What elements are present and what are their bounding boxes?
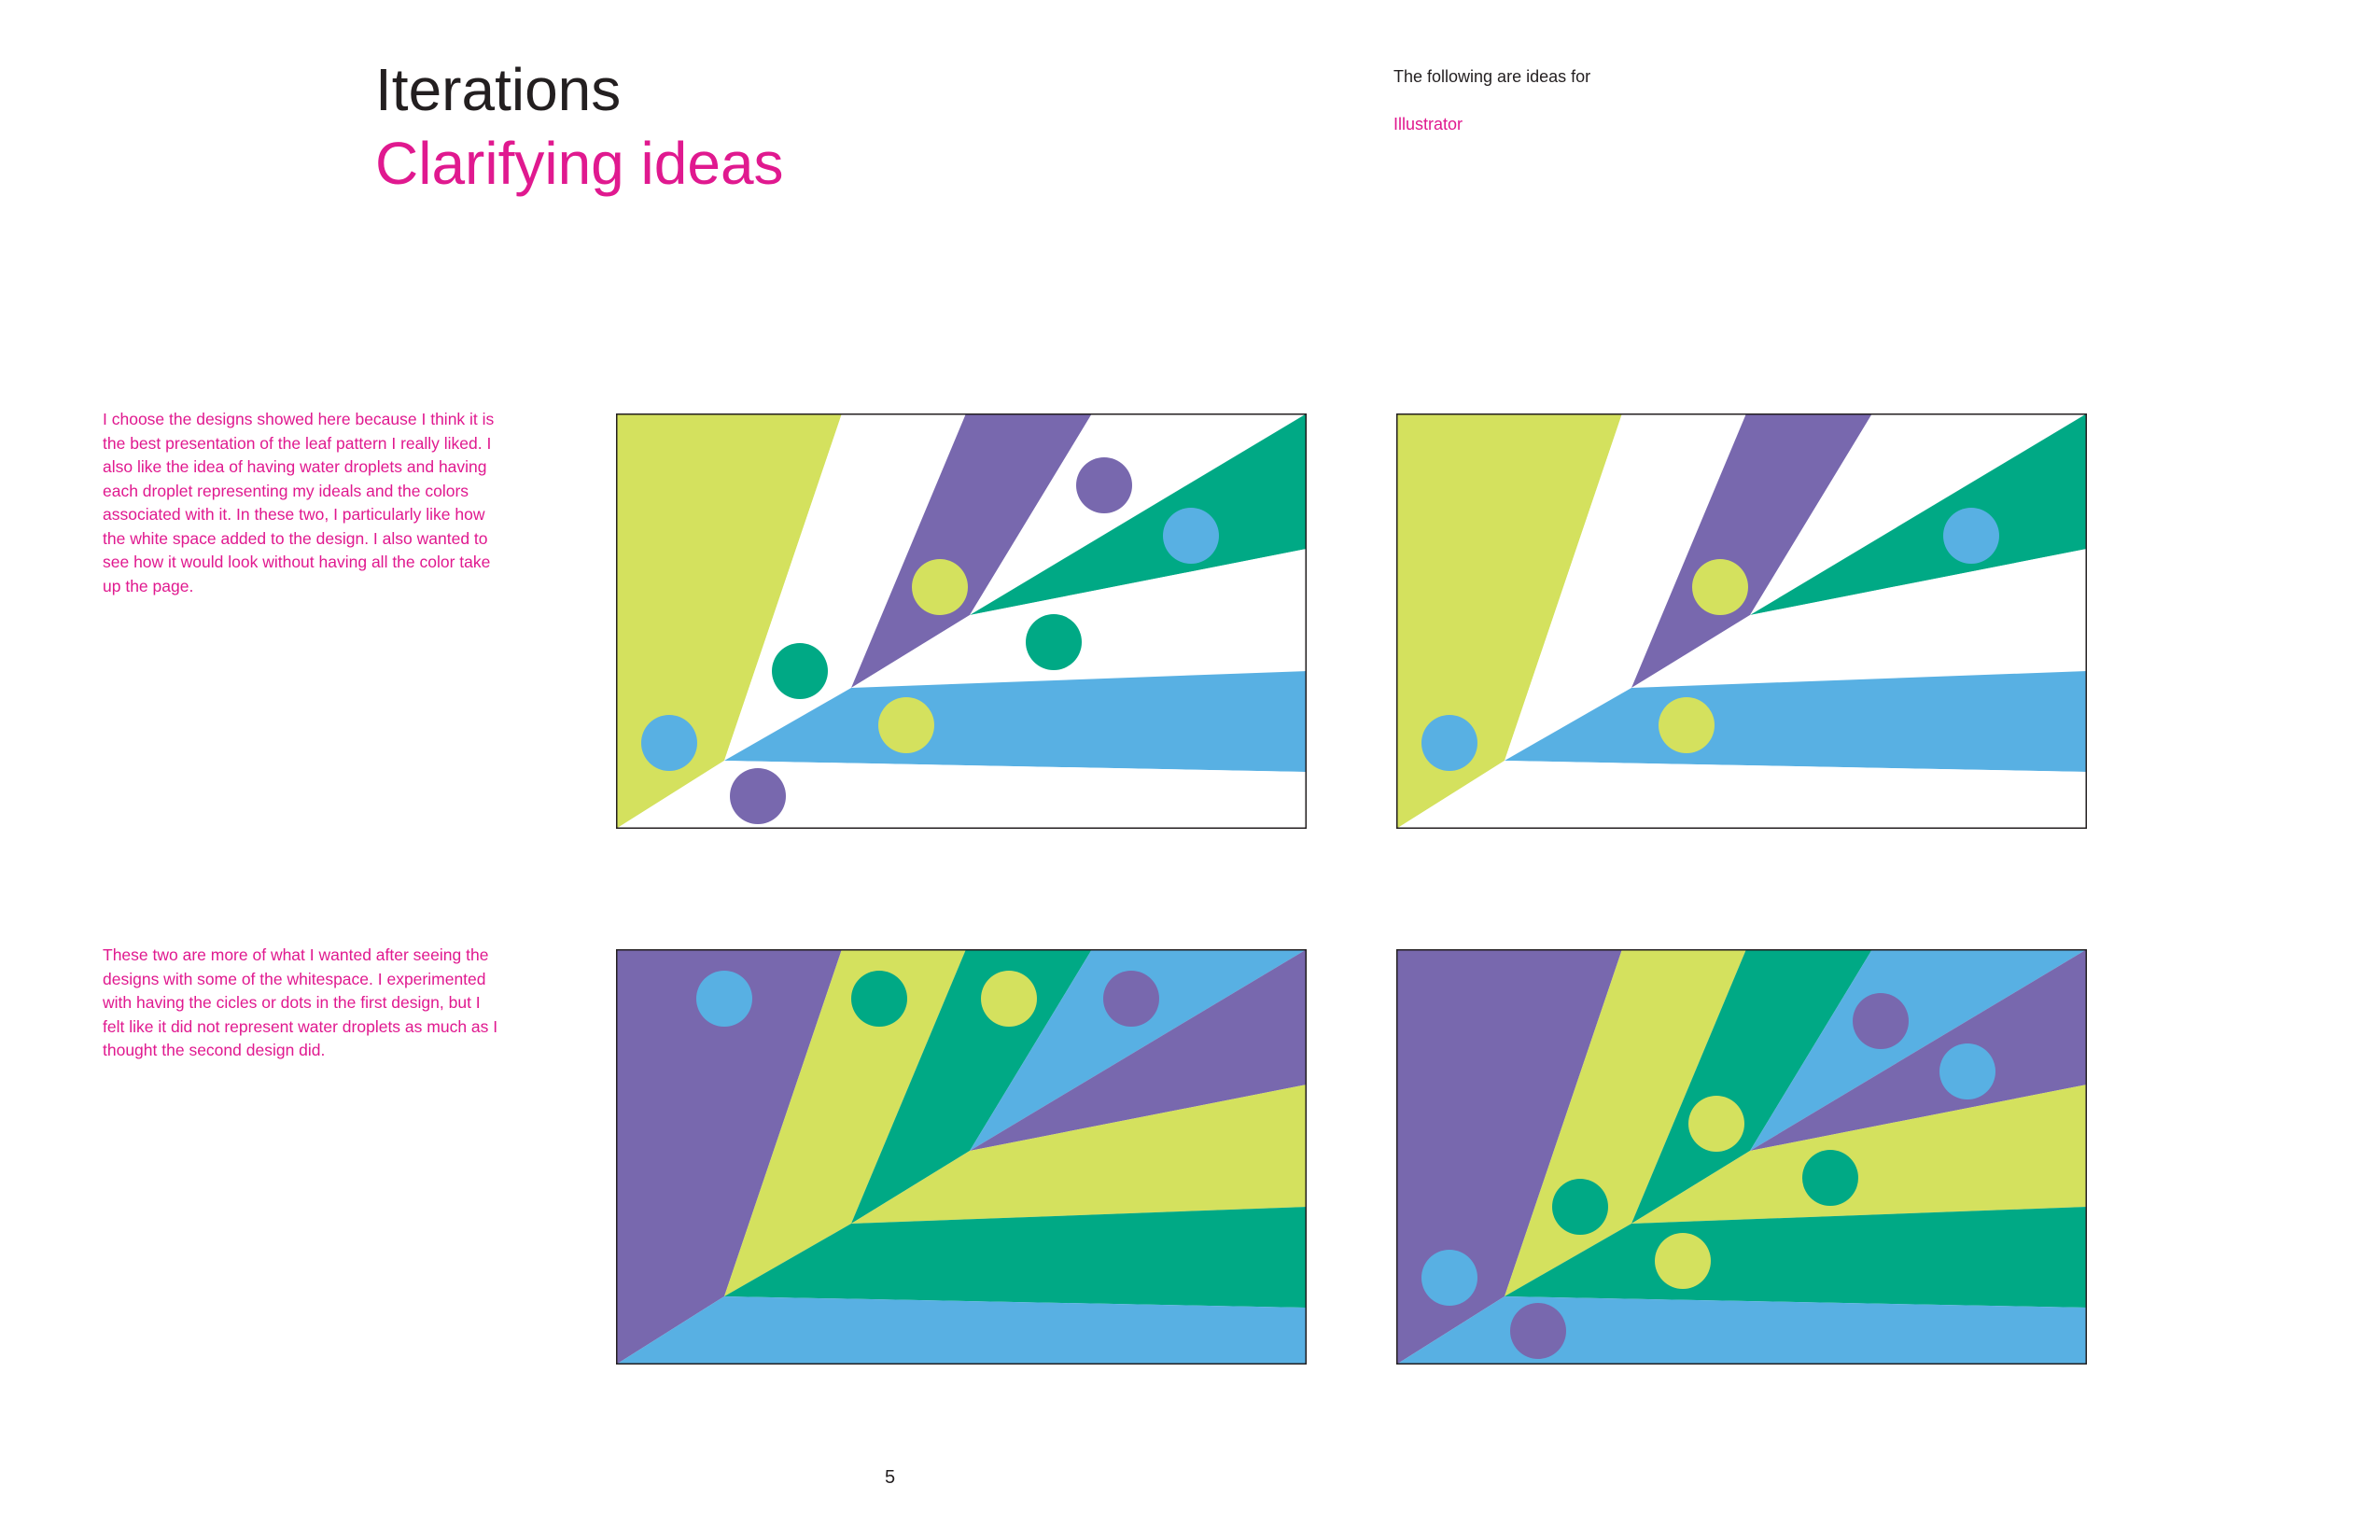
artboard-design-3 bbox=[616, 949, 1307, 1365]
droplet-6 bbox=[1026, 614, 1082, 670]
droplet-4 bbox=[1655, 1233, 1711, 1289]
description-paragraph-1: I choose the designs showed here because… bbox=[103, 410, 495, 595]
description-paragraph-2: These two are more of what I wanted afte… bbox=[103, 945, 498, 1059]
droplet-8 bbox=[1163, 508, 1219, 564]
droplet-2 bbox=[851, 971, 907, 1027]
droplet-5 bbox=[912, 559, 968, 615]
design-3-graphic bbox=[616, 949, 1307, 1365]
band-8 bbox=[616, 1296, 1307, 1365]
side-note-tool: Illustrator bbox=[1393, 115, 1463, 133]
droplet-3 bbox=[1692, 559, 1748, 615]
droplet-2 bbox=[1510, 1303, 1566, 1359]
band-8 bbox=[1396, 1296, 2087, 1365]
design-4-graphic bbox=[1396, 949, 2087, 1365]
droplet-7 bbox=[1853, 993, 1909, 1049]
band-8 bbox=[1396, 761, 2087, 829]
droplet-1 bbox=[696, 971, 752, 1027]
artboard-design-1 bbox=[616, 413, 1307, 829]
droplet-7 bbox=[1076, 457, 1132, 513]
droplet-4 bbox=[878, 697, 934, 753]
design-1-graphic bbox=[616, 413, 1307, 829]
droplet-1 bbox=[1421, 715, 1477, 771]
droplet-6 bbox=[1802, 1150, 1858, 1206]
droplet-2 bbox=[1659, 697, 1715, 753]
droplet-5 bbox=[1688, 1096, 1744, 1152]
droplet-3 bbox=[772, 643, 828, 699]
droplet-4 bbox=[1943, 508, 1999, 564]
droplet-3 bbox=[1552, 1179, 1608, 1235]
droplet-1 bbox=[641, 715, 697, 771]
page-subtitle: Clarifying ideas bbox=[375, 130, 784, 197]
band-8 bbox=[616, 761, 1307, 829]
droplet-2 bbox=[730, 768, 786, 824]
artboard-design-4 bbox=[1396, 949, 2087, 1365]
droplet-8 bbox=[1939, 1043, 1995, 1099]
droplet-1 bbox=[1421, 1250, 1477, 1306]
side-note: The following are ideas for bbox=[1393, 67, 1591, 86]
design-2-graphic bbox=[1396, 413, 2087, 829]
artboard-design-2 bbox=[1396, 413, 2087, 829]
page-title: Iterations bbox=[375, 56, 622, 123]
droplet-4 bbox=[1103, 971, 1159, 1027]
page-number: 5 bbox=[885, 1467, 896, 1488]
droplet-3 bbox=[981, 971, 1037, 1027]
